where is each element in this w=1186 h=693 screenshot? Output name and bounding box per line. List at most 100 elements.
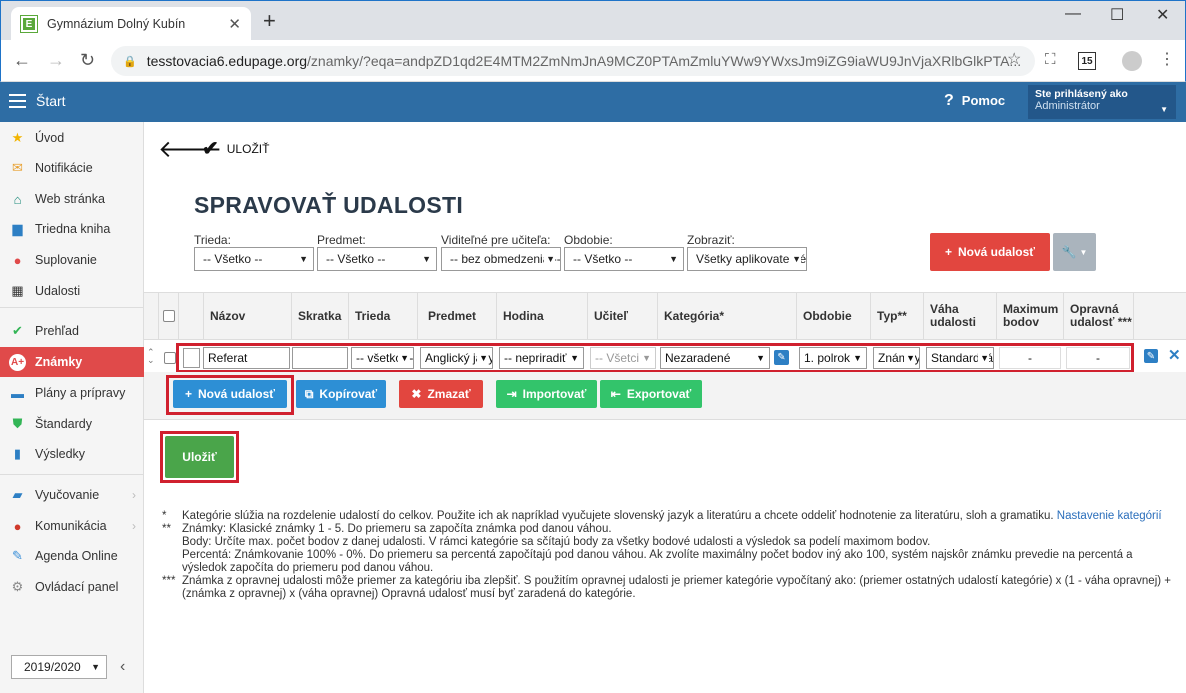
sidebar-item-suplovanie[interactable]: ● Suplovanie: [0, 245, 144, 275]
header-skratka[interactable]: Skratka: [291, 293, 348, 339]
filter-predmet-select[interactable]: -- Všetko -- ▼: [317, 247, 437, 271]
sidebar-item-standardy[interactable]: ⛊ Štandardy: [0, 409, 144, 439]
grade-icon: A+: [9, 353, 26, 371]
header-kategoria[interactable]: Kategória*: [657, 293, 796, 339]
window-close-icon[interactable]: ✕: [1156, 5, 1169, 25]
new-event-label: Nová udalosť: [197, 387, 276, 401]
header-ucitel[interactable]: Učiteľ: [587, 293, 657, 339]
user-role: Administrátor: [1035, 100, 1100, 112]
forward-nav-icon[interactable]: →: [47, 51, 65, 69]
sidebar-item-prehlad[interactable]: ✔ Prehľad: [0, 316, 144, 346]
sidebar-item-label: Známky: [35, 355, 83, 369]
cast-icon[interactable]: ⛶: [1045, 51, 1056, 69]
delete-label: Zmazať: [427, 387, 471, 401]
hamburger-menu-icon[interactable]: [9, 94, 26, 108]
copy-button[interactable]: ⧉ Kopírovať: [296, 380, 386, 408]
sidebar-item-label: Štandardy: [35, 417, 92, 431]
profile-avatar[interactable]: [1122, 51, 1142, 71]
header-typ[interactable]: Typ**: [870, 293, 923, 339]
sidebar-item-ovladaci-panel[interactable]: ⚙ Ovládací panel: [0, 572, 144, 602]
header-predmet[interactable]: Predmet: [417, 293, 496, 339]
header-hodina[interactable]: Hodina: [496, 293, 587, 339]
header-maximum[interactable]: Maximum bodov: [996, 293, 1063, 339]
footnote-1: * Kategórie slúžia na rozdelenie udalostí…: [162, 510, 1172, 523]
copy-icon: ⧉: [304, 386, 314, 401]
export-button[interactable]: ⇤ Exportovať: [600, 380, 702, 408]
header-nazov[interactable]: Názov: [203, 293, 291, 339]
sidebar-item-notifikacie[interactable]: ✉ Notifikácie: [0, 153, 144, 183]
select-all-checkbox[interactable]: [163, 310, 175, 322]
chevron-down-icon: ▼: [669, 254, 678, 264]
delete-button[interactable]: ✖ Zmazať: [399, 380, 483, 408]
start-link[interactable]: Štart: [36, 93, 66, 109]
sidebar-item-vysledky[interactable]: ▮ Výsledky: [0, 439, 144, 469]
user-menu[interactable]: Ste prihlásený ako Administrátor ▼: [1028, 85, 1176, 119]
header-vaha[interactable]: Váha udalosti: [923, 293, 996, 339]
new-event-top-button[interactable]: + Nová udalosť: [930, 233, 1050, 271]
save-label: Uložiť: [182, 450, 217, 464]
category-settings-link[interactable]: Nastavenie kategórií: [1057, 510, 1162, 522]
filter-trieda-select[interactable]: -- Všetko -- ▼: [194, 247, 314, 271]
tools-dropdown-button[interactable]: 🔧 ▼: [1053, 233, 1096, 271]
school-year-value: 2019/2020: [24, 660, 81, 674]
person-icon: ●: [13, 252, 22, 268]
footnote-text: Známky: Klasické známky 1 - 5. Do prieme…: [182, 523, 612, 535]
school-year-select[interactable]: 2019/2020 ▼: [11, 655, 107, 679]
filter-obdobie-select[interactable]: -- Všetko -- ▼: [564, 247, 684, 271]
chevron-down-icon: ▼: [91, 662, 100, 672]
help-link[interactable]: ? Pomoc: [944, 92, 1005, 110]
filter-zobrazit-select[interactable]: Všetky aplikovateľné ▼: [687, 247, 807, 271]
sidebar-item-label: Vyučovanie: [35, 488, 100, 502]
filter-viditelne-select[interactable]: -- bez obmedzenia -- ▼: [441, 247, 561, 271]
footnote-text: Percentá: Známkovanie 100% - 0%. Do prie…: [182, 549, 1133, 574]
maximize-icon[interactable]: ☐: [1110, 5, 1124, 25]
check-circle-icon: ✔: [12, 323, 23, 338]
new-event-button[interactable]: + Nová udalosť: [173, 380, 287, 408]
back-nav-icon[interactable]: ←: [13, 51, 31, 69]
sidebar-item-udalosti[interactable]: ▦ Udalosti: [0, 276, 144, 306]
header-opravna[interactable]: Opravná udalosť ***: [1063, 293, 1133, 339]
sidebar-item-znamky[interactable]: A+ Známky: [0, 347, 144, 377]
footnote-text: Body: Určíte max. počet bodov z danej ud…: [182, 536, 931, 548]
site-favicon-icon: E: [20, 15, 38, 33]
sidebar-item-label: Udalosti: [35, 284, 81, 298]
row-reorder-icon[interactable]: ⌃ ⌄: [147, 348, 155, 365]
collapse-sidebar-icon[interactable]: ‹: [120, 658, 125, 676]
minimize-icon[interactable]: —: [1065, 5, 1081, 23]
url-field[interactable]: 🔒 tesstovacia6.edupage.org/znamky/?eqa=a…: [111, 46, 1035, 76]
sidebar-item-uvod[interactable]: ★ Úvod: [0, 123, 144, 153]
new-tab-icon[interactable]: +: [263, 10, 276, 32]
sidebar-item-web[interactable]: ⌂ Web stránka: [0, 184, 144, 214]
sidebar-item-label: Notifikácie: [35, 161, 93, 175]
sidebar-item-plany[interactable]: ▬ Plány a prípravy: [0, 378, 144, 408]
row-checkbox[interactable]: [164, 352, 176, 364]
delete-row-icon[interactable]: ✕: [1168, 346, 1181, 364]
reload-icon[interactable]: ↻: [80, 51, 95, 69]
row-highlight-box: [176, 343, 1134, 373]
sidebar-item-agenda[interactable]: ✎ Agenda Online: [0, 541, 144, 571]
header-trieda[interactable]: Trieda: [348, 293, 417, 339]
header-actions: [1133, 293, 1186, 339]
extension-calendar-icon[interactable]: 15: [1078, 52, 1096, 70]
envelope-icon: ✉: [12, 160, 23, 175]
import-button[interactable]: ⇥ Importovať: [496, 380, 597, 408]
save-toolbar-button[interactable]: ✔ ULOŽIŤ: [202, 136, 269, 161]
header-color: [178, 293, 203, 339]
bookmark-star-icon[interactable]: ☆: [1007, 51, 1021, 69]
browser-tab[interactable]: E Gymnázium Dolný Kubín ✕: [11, 7, 251, 41]
sidebar-item-vyucovanie[interactable]: ▰ Vyučovanie ›: [0, 480, 144, 510]
close-icon: ✖: [411, 387, 422, 401]
filter-obdobie-value: -- Všetko --: [573, 252, 633, 266]
page-title: Spravovať udalosti: [194, 192, 464, 218]
url-host: tesstovacia6.edupage.org: [146, 53, 308, 69]
sidebar-item-komunikacia[interactable]: ● Komunikácia ›: [0, 511, 144, 541]
home-icon: ⌂: [13, 191, 22, 207]
question-icon: ?: [944, 92, 954, 109]
header-obdobie[interactable]: Obdobie: [796, 293, 870, 339]
browser-menu-icon[interactable]: ⋮: [1159, 51, 1175, 69]
sidebar-item-triedna-kniha[interactable]: ▆ Triedna kniha: [0, 214, 144, 244]
star-icon: ★: [11, 130, 24, 145]
tab-close-icon[interactable]: ✕: [228, 15, 241, 33]
save-button[interactable]: Uložiť: [165, 436, 234, 478]
edit-row-icon[interactable]: ✎: [1144, 349, 1158, 363]
